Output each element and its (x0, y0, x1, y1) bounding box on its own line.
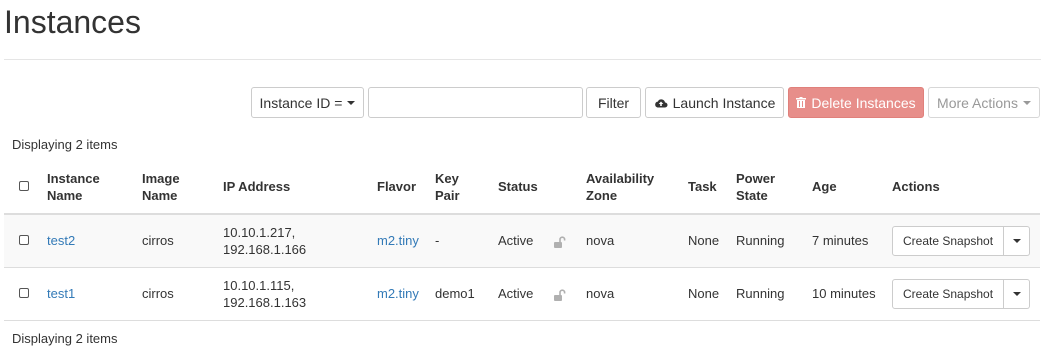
column-key-pair[interactable]: Key Pair (431, 160, 494, 215)
row-actions-dropdown[interactable] (1004, 278, 1031, 309)
key-pair: - (431, 214, 494, 268)
trash-icon (796, 97, 807, 108)
create-snapshot-button[interactable]: Create Snapshot (892, 225, 1005, 256)
caret-down-icon (347, 100, 356, 105)
filter-field-label: Instance ID = (259, 94, 343, 111)
column-availability-zone[interactable]: Availability Zone (582, 160, 684, 215)
instances-table: Instance Name Image Name IP Address Flavor… (4, 160, 1040, 321)
select-all-checkbox[interactable] (19, 181, 29, 191)
more-actions-dropdown[interactable]: More Actions (928, 87, 1040, 118)
launch-instance-button[interactable]: Launch Instance (645, 87, 784, 118)
task: None (684, 267, 732, 321)
row-actions: Create Snapshot (892, 225, 1031, 256)
column-ip-address[interactable]: IP Address (219, 160, 373, 215)
key-pair: demo1 (431, 267, 494, 321)
table-row: test2 cirros 10.10.1.217, 192.168.1.166 m… (4, 214, 1040, 268)
column-age[interactable]: Age (808, 160, 888, 215)
power-state: Running (732, 267, 808, 321)
instance-name-link[interactable]: test2 (47, 233, 75, 248)
column-status[interactable]: Status (494, 160, 549, 215)
instance-name-link[interactable]: test1 (47, 286, 75, 301)
image-name: cirros (138, 214, 219, 268)
power-state: Running (732, 214, 808, 268)
status: Active (494, 214, 549, 268)
header-divider (4, 59, 1041, 60)
ip-address: 10.10.1.217, 192.168.1.166 (219, 214, 373, 268)
filter-search-input[interactable] (368, 87, 583, 118)
unlock-icon (554, 288, 566, 301)
availability-zone: nova (582, 214, 684, 268)
age: 7 minutes (808, 214, 888, 268)
flavor-link[interactable]: m2.tiny (377, 233, 419, 248)
table-toolbar: Instance ID = Filter Launch Instance Del… (0, 87, 1045, 119)
item-count-top: Displaying 2 items (12, 137, 118, 152)
row-actions: Create Snapshot (892, 278, 1031, 309)
create-snapshot-button[interactable]: Create Snapshot (892, 278, 1005, 309)
unlock-icon (554, 236, 566, 248)
row-actions-dropdown[interactable] (1004, 225, 1031, 256)
flavor-link[interactable]: m2.tiny (377, 286, 419, 301)
select-all-cell (4, 160, 43, 215)
column-lock (549, 160, 582, 215)
delete-instances-label: Delete Instances (811, 94, 916, 111)
caret-down-icon (1012, 238, 1021, 243)
row-checkbox[interactable] (19, 288, 29, 298)
column-image-name[interactable]: Image Name (138, 160, 219, 215)
table-header-row: Instance Name Image Name IP Address Flavor… (4, 160, 1040, 215)
image-name: cirros (138, 267, 219, 321)
column-task[interactable]: Task (684, 160, 732, 215)
task: None (684, 214, 732, 268)
cloud-upload-icon (654, 98, 668, 107)
more-actions-label: More Actions (937, 94, 1018, 111)
column-instance-name[interactable]: Instance Name (43, 160, 138, 215)
column-power-state[interactable]: Power State (732, 160, 808, 215)
delete-instances-button[interactable]: Delete Instances (788, 87, 924, 118)
column-actions: Actions (888, 160, 1040, 215)
filter-button[interactable]: Filter (586, 87, 641, 118)
item-count-bottom: Displaying 2 items (12, 331, 118, 346)
filter-field-dropdown[interactable]: Instance ID = (251, 87, 364, 118)
ip-address: 10.10.1.115, 192.168.1.163 (219, 267, 373, 321)
age: 10 minutes (808, 267, 888, 321)
table-row: test1 cirros 10.10.1.115, 192.168.1.163 m… (4, 267, 1040, 321)
launch-instance-label: Launch Instance (672, 94, 776, 111)
page-title: Instances (4, 4, 141, 40)
column-flavor[interactable]: Flavor (373, 160, 431, 215)
caret-down-icon (1022, 100, 1031, 105)
status: Active (494, 267, 549, 321)
caret-down-icon (1012, 291, 1021, 296)
row-checkbox[interactable] (19, 235, 29, 246)
availability-zone: nova (582, 267, 684, 321)
